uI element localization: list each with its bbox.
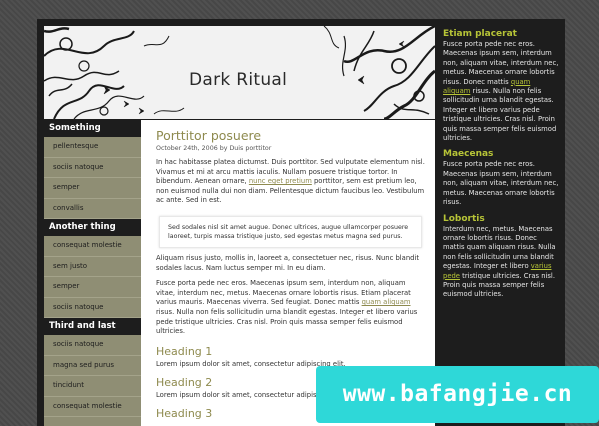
- sidebar-text-part: tristique ultricies. Cras nisl. Proin qu…: [443, 271, 555, 299]
- inline-link[interactable]: quam aliquam: [362, 298, 411, 306]
- post-title[interactable]: Porttitor posuere: [156, 128, 425, 143]
- post-date: October 24th, 2006 by: [156, 145, 228, 152]
- nav-group-title: Another thing: [44, 219, 141, 236]
- nav-item-convallis[interactable]: convallis: [44, 198, 141, 219]
- post-paragraph: In hac habitasse platea dictumst. Duis p…: [156, 158, 425, 206]
- nav-item-pellentesque[interactable]: pellentesque: [44, 137, 141, 158]
- sidebar-text-part: risus. Nulla non felis sollicitudin urna…: [443, 87, 557, 143]
- sidebar-text: Interdum nec, metus. Maecenas ornare lob…: [443, 225, 559, 300]
- paragraph-text: risus. Nulla non felis sollicitudin urna…: [156, 307, 418, 336]
- nav-group-title: Third and last: [44, 318, 141, 335]
- left-nav: Something pellentesque sociis natoque se…: [44, 120, 141, 426]
- nav-item-semper[interactable]: semper: [44, 277, 141, 298]
- sidebar-text-part: Fusce porta pede nec eros. Maecenas ipsu…: [443, 40, 559, 86]
- nav-item-semper[interactable]: semper: [44, 178, 141, 199]
- nav-item-sociis-natoque[interactable]: sociis natoque: [44, 157, 141, 178]
- sidebar-block: Etiam placerat Fusce porta pede nec eros…: [435, 29, 559, 143]
- nav-item-sociis-natoque[interactable]: sociis natoque: [44, 297, 141, 318]
- nav-item-sem-justo[interactable]: sem justo: [44, 256, 141, 277]
- nav-item-magna-sed-purus[interactable]: magna sed purus: [44, 355, 141, 376]
- nav-item-tincidunt[interactable]: tincidunt: [44, 376, 141, 397]
- sidebar-text: Fusce porta pede nec eros. Maecenas ipsu…: [443, 40, 559, 143]
- site-title[interactable]: Dark Ritual: [189, 70, 287, 90]
- post-paragraph: Aliquam risus justo, mollis in, laoreet …: [156, 253, 420, 272]
- post-paragraph: Fusce porta pede nec eros. Maecenas ipsu…: [156, 279, 425, 337]
- sidebar-title: Maecenas: [443, 149, 494, 160]
- nav-item-consequat-molestie[interactable]: consequat molestie: [44, 396, 141, 417]
- sidebar-block: Maecenas Fusce porta pede nec eros. Maec…: [435, 149, 559, 207]
- sidebar-block: Lobortis Interdum nec, metus. Maecenas o…: [435, 214, 559, 300]
- heading-1: Heading 1: [156, 344, 213, 358]
- post-meta: October 24th, 2006 by Duis porttitor: [156, 145, 425, 152]
- post-author: Duis porttitor: [229, 145, 272, 152]
- site-header: Dark Ritual: [44, 26, 435, 119]
- inline-link[interactable]: nunc eget pretium: [249, 177, 312, 185]
- page-wrapper: Dark Ritual Something pellentesque socii…: [37, 19, 565, 426]
- nav-group-title: Something: [44, 120, 141, 137]
- sidebar-title: Etiam placerat: [443, 29, 517, 39]
- watermark-banner: www.bafangjie.cn: [316, 366, 599, 423]
- nav-item-sociis-natoque[interactable]: sociis natoque: [44, 335, 141, 356]
- sidebar-text: Fusce porta pede nec eros. Maecenas ipsu…: [443, 160, 559, 207]
- nav-item-consequat-molestie[interactable]: consequat molestie: [44, 236, 141, 257]
- sidebar-title: Lobortis: [443, 213, 485, 224]
- blockquote: Sed sodales nisl sit amet augue. Donec u…: [159, 215, 422, 248]
